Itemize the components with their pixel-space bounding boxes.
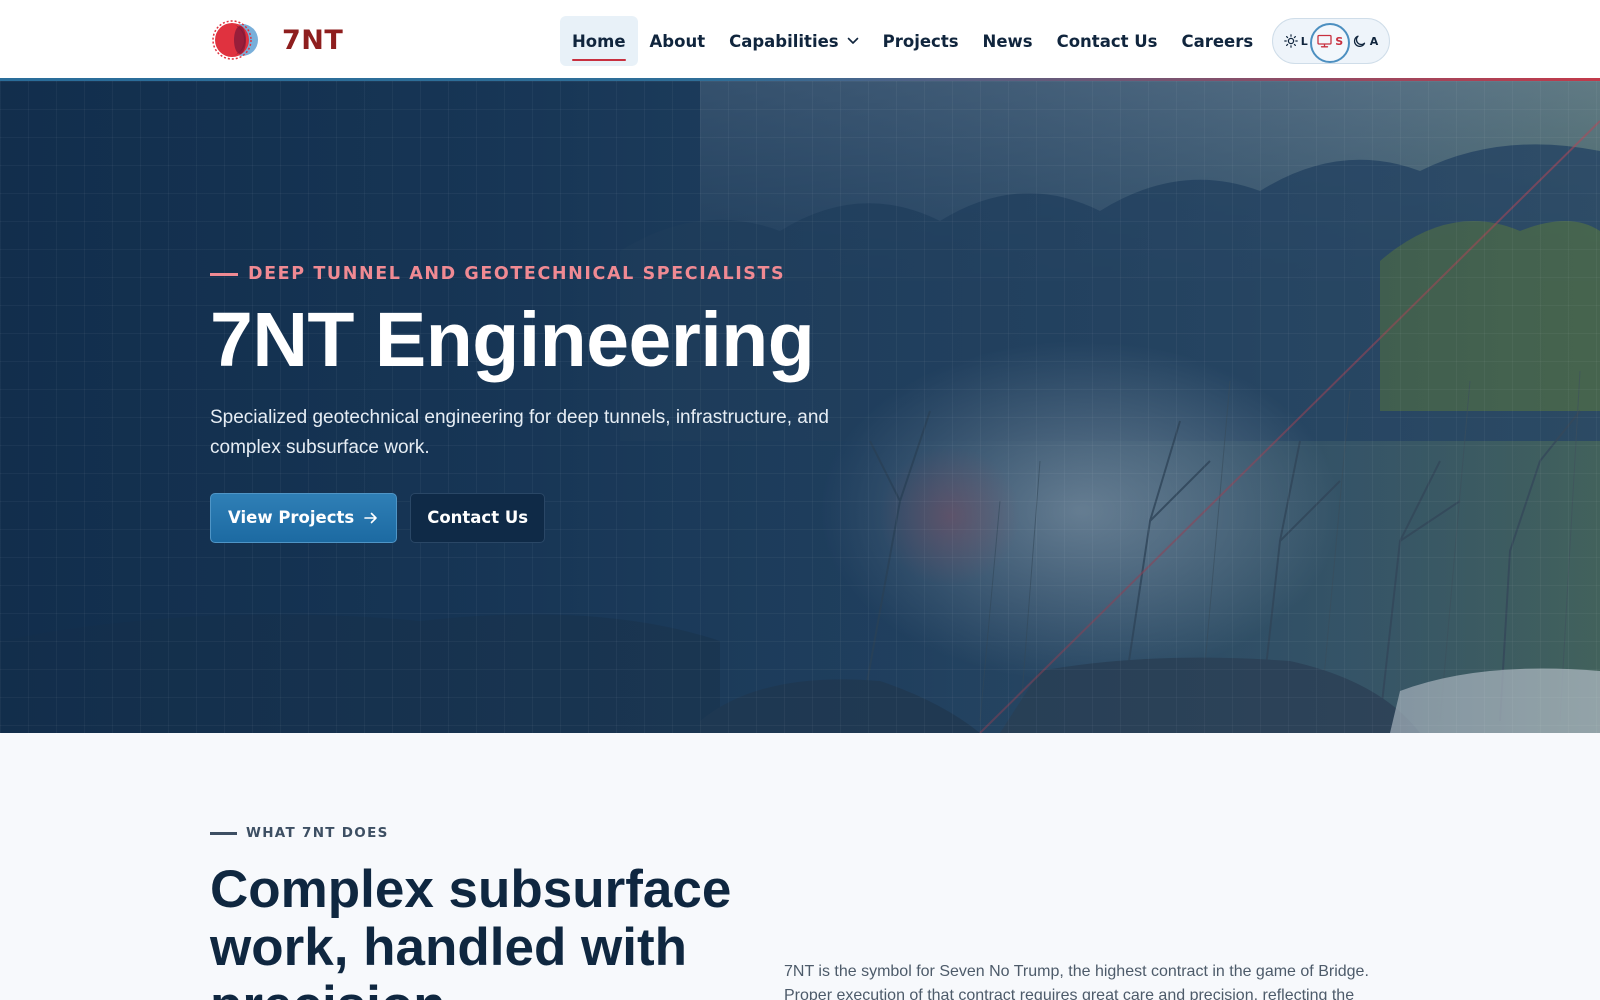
sun-icon (1283, 34, 1298, 48)
section-eyebrow: WHAT 7NT DOES (210, 825, 389, 841)
site-header: 7NT Home About Capabilities Projects New… (0, 0, 1600, 81)
hero-title: 7NT Engineering (210, 297, 815, 383)
nav-item-careers[interactable]: Careers (1169, 16, 1265, 66)
hero-subtitle: Specialized geotechnical engineering for… (210, 406, 829, 458)
moon-icon (1353, 35, 1365, 47)
arrow-right-icon (364, 512, 378, 524)
section-eyebrow-text: WHAT 7NT DOES (246, 825, 389, 841)
hero-eyebrow-text: DEEP TUNNEL AND GEOTECHNICAL SPECIALISTS (248, 264, 786, 284)
nav-item-home[interactable]: Home (560, 16, 638, 66)
theme-toggle: L S A (1272, 18, 1390, 64)
what-7nt-does-section: WHAT 7NT DOES Complex subsurface work, h… (0, 733, 1600, 1000)
theme-system-option[interactable]: S (1310, 23, 1351, 63)
hero-buttons: View Projects Contact Us (210, 492, 910, 543)
logo[interactable]: 7NT (210, 16, 343, 64)
eyebrow-bar (210, 272, 238, 276)
theme-dark-option[interactable]: A (1350, 23, 1382, 59)
hero-section: DEEP TUNNEL AND GEOTECHNICAL SPECIALISTS… (0, 81, 1600, 733)
nav-label: Careers (1181, 31, 1254, 51)
hero-content: DEEP TUNNEL AND GEOTECHNICAL SPECIALISTS… (210, 264, 910, 543)
theme-system-label: S (1335, 34, 1344, 48)
contact-us-label: Contact Us (427, 508, 529, 528)
contact-us-button[interactable]: Contact Us (410, 492, 546, 543)
nav-label: Home (572, 31, 626, 51)
view-projects-label: View Projects (228, 508, 355, 528)
nav-label: About (649, 31, 706, 51)
nav-item-capabilities[interactable]: Capabilities (717, 16, 871, 66)
main-nav: Home About Capabilities Projects News Co… (560, 16, 1265, 66)
theme-light-option[interactable]: L (1281, 23, 1311, 59)
nav-item-projects[interactable]: Projects (871, 16, 971, 66)
nav-label: Capabilities (729, 31, 839, 51)
section-title: Complex subsurface work, handled with pr… (210, 860, 732, 1000)
nav-label: Projects (882, 31, 959, 51)
logo-mark-icon (212, 20, 258, 60)
nav-item-news[interactable]: News (971, 16, 1045, 66)
eyebrow-bar (210, 831, 237, 835)
section-body: 7NT is the symbol for Seven No Trump, th… (784, 963, 1369, 1000)
nav-item-contact[interactable]: Contact Us (1045, 16, 1170, 66)
view-projects-button[interactable]: View Projects (210, 492, 398, 543)
logo-wordmark: 7NT (282, 24, 344, 56)
nav-label: Contact Us (1056, 31, 1158, 51)
monitor-icon (1317, 34, 1332, 48)
nav-item-about[interactable]: About (638, 16, 718, 66)
theme-dark-label: A (1369, 34, 1379, 48)
chevron-down-icon (847, 37, 858, 44)
theme-light-label: L (1300, 34, 1308, 48)
hero-eyebrow: DEEP TUNNEL AND GEOTECHNICAL SPECIALISTS (210, 264, 910, 284)
nav-label: News (982, 31, 1033, 51)
